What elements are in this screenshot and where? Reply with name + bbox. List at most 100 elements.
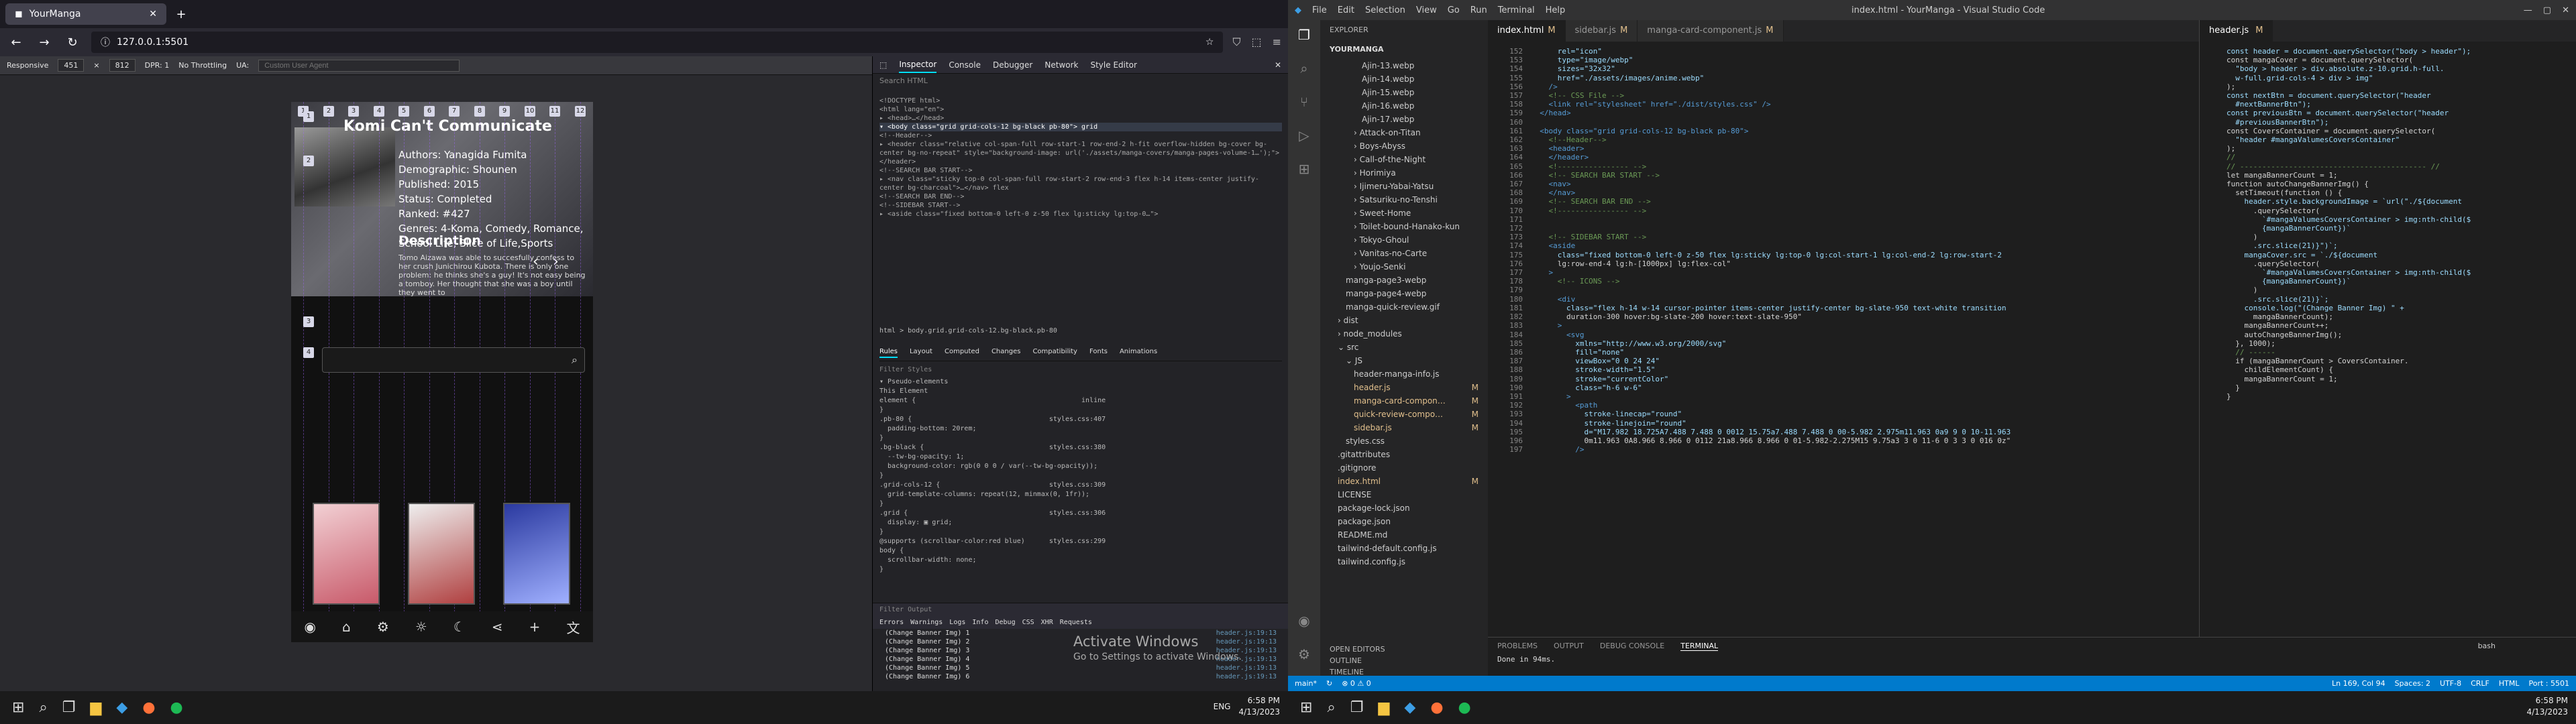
console-filter-errors[interactable]: Errors xyxy=(879,619,904,626)
editor-tab[interactable]: manga-card-component.js M xyxy=(1638,20,1784,42)
reload-icon[interactable]: ↻ xyxy=(63,36,82,50)
html-node[interactable]: <!--SEARCH BAR END--> xyxy=(879,192,1282,201)
files-icon[interactable]: ❐ xyxy=(1298,27,1310,43)
user-icon[interactable]: ◉ xyxy=(305,619,316,635)
menu-terminal[interactable]: Terminal xyxy=(1498,5,1535,15)
forward-icon[interactable]: → xyxy=(35,36,54,50)
system-tray-2[interactable]: 6:58 PM 4/13/2023 xyxy=(2526,695,2568,718)
html-node[interactable]: <!--Header--> xyxy=(879,131,1282,140)
editor-tab[interactable]: sidebar.js M xyxy=(1565,20,1638,42)
tab-style-editor[interactable]: Style Editor xyxy=(1090,60,1136,70)
panel-tab-output[interactable]: OUTPUT xyxy=(1554,642,1584,651)
file-tree-item[interactable]: › Youjo-Senki xyxy=(1320,260,1488,274)
console-filter-logs[interactable]: Logs xyxy=(949,619,965,626)
panel-tab-debug-console[interactable]: DEBUG CONSOLE xyxy=(1600,642,1664,651)
extensions-icon[interactable]: ⬚ xyxy=(1251,36,1261,49)
search-icon[interactable]: ⌕ xyxy=(572,353,578,367)
file-tree-item[interactable]: › Ijimeru-Yabai-Yatsu xyxy=(1320,180,1488,193)
file-tree-item[interactable]: header.js M xyxy=(1320,381,1488,394)
devtools-close-icon[interactable]: ✕ xyxy=(1275,60,1281,70)
console-source-link[interactable]: header.js:19:13 xyxy=(1216,629,1277,637)
url-bar[interactable]: ⓘ 127.0.0.1:5501 ☆ xyxy=(91,32,1224,53)
html-node[interactable]: ▸ <head>…</head> xyxy=(879,114,1282,123)
menu-go[interactable]: Go xyxy=(1448,5,1460,15)
site-info-icon[interactable]: ⓘ xyxy=(101,36,110,49)
rules-tab-compatibility[interactable]: Compatibility xyxy=(1032,347,1077,358)
panel-tab-problems[interactable]: PROBLEMS xyxy=(1497,642,1538,651)
file-tree-item[interactable]: tailwind-default.config.js xyxy=(1320,542,1488,555)
next-banner-icon[interactable]: › xyxy=(553,253,559,270)
spotify-icon[interactable]: ● xyxy=(170,699,183,716)
console-filter-xhr[interactable]: XHR xyxy=(1041,619,1053,626)
gear-icon[interactable]: ⚙ xyxy=(377,619,389,635)
html-node[interactable]: ▸ <nav class="sticky top-0 col-span-full… xyxy=(879,175,1282,192)
task-view-icon[interactable]: ❐ xyxy=(1350,699,1364,716)
status-item[interactable]: main* xyxy=(1295,679,1317,688)
project-root[interactable]: YOURMANGA xyxy=(1320,40,1488,59)
tab-debugger[interactable]: Debugger xyxy=(993,60,1032,70)
menu-edit[interactable]: Edit xyxy=(1338,5,1354,15)
home-icon[interactable]: ⌂ xyxy=(342,619,351,635)
html-node[interactable]: ▸ <aside class="fixed bottom-0 left-0 z-… xyxy=(879,210,1282,219)
file-tree-item[interactable]: sidebar.js M xyxy=(1320,421,1488,434)
editor-tab[interactable]: header.js M xyxy=(2200,20,2273,42)
console-filter-debug[interactable]: Debug xyxy=(995,619,1015,626)
file-tree-item[interactable]: › Boys-Abyss xyxy=(1320,139,1488,153)
close-tab-icon[interactable]: ✕ xyxy=(149,9,157,19)
new-tab-icon[interactable]: + xyxy=(172,7,191,21)
console-filter-requests[interactable]: Requests xyxy=(1060,619,1092,626)
user-agent-input[interactable] xyxy=(258,59,460,72)
shield-icon[interactable]: ⛉ xyxy=(1232,36,1240,49)
menu-run[interactable]: Run xyxy=(1470,5,1487,15)
tab-inspector[interactable]: Inspector xyxy=(899,57,937,73)
status-item[interactable]: Ln 169, Col 94 xyxy=(2332,679,2385,688)
editor-tab[interactable]: index.html M xyxy=(1488,20,1566,42)
file-tree-item[interactable]: README.md xyxy=(1320,528,1488,542)
file-tree-item[interactable]: ⌄ JS xyxy=(1320,354,1488,367)
browser-tab[interactable]: ◼ YourManga ✕ xyxy=(5,3,166,25)
status-item[interactable]: UTF-8 xyxy=(2440,679,2461,688)
panel-tab-terminal[interactable]: TERMINAL xyxy=(1680,642,1719,651)
html-node[interactable]: ▾ <body class="grid grid-cols-12 bg-blac… xyxy=(879,123,1282,131)
file-tree-item[interactable]: Ajin-16.webp xyxy=(1320,99,1488,113)
firefox-taskbar-icon[interactable]: ● xyxy=(1430,699,1443,716)
close-window-icon[interactable]: ✕ xyxy=(2562,5,2569,15)
code-editor[interactable]: 152 rel="icon" 153 type="image/webp" 154 s… xyxy=(1488,47,2199,637)
rules-tab-changes[interactable]: Changes xyxy=(991,347,1021,358)
viewport-width-input[interactable]: 451 xyxy=(58,59,85,72)
file-tree-item[interactable]: Ajin-13.webp xyxy=(1320,59,1488,72)
console-filter-warnings[interactable]: Warnings xyxy=(910,619,943,626)
rules-tab-computed[interactable]: Computed xyxy=(945,347,979,358)
html-node[interactable]: <!--SIDEBAR START--> xyxy=(879,201,1282,210)
file-tree-item[interactable]: manga-page4-webp xyxy=(1320,287,1488,300)
console-source-link[interactable]: header.js:19:13 xyxy=(1216,638,1277,646)
file-tree-item[interactable]: LICENSE xyxy=(1320,488,1488,501)
start-icon[interactable]: ⊞ xyxy=(12,699,24,716)
menu-selection[interactable]: Selection xyxy=(1365,5,1405,15)
menu-file[interactable]: File xyxy=(1312,5,1327,15)
file-tree-item[interactable]: Ajin-14.webp xyxy=(1320,72,1488,86)
firefox-taskbar-icon[interactable]: ● xyxy=(142,699,155,716)
filter-styles-input[interactable]: Filter Styles xyxy=(879,365,1282,375)
pick-element-icon[interactable]: ⬚ xyxy=(879,60,887,70)
rules-tab-layout[interactable]: Layout xyxy=(910,347,932,358)
file-tree-item[interactable]: › Tokyo-Ghoul xyxy=(1320,233,1488,247)
search-bar[interactable]: ⌕ xyxy=(322,347,585,373)
extensions-icon[interactable]: ⊞ xyxy=(1299,161,1310,177)
moon-icon[interactable]: ☾ xyxy=(453,619,466,635)
code-editor-2[interactable]: const header = document.querySelector("b… xyxy=(2200,47,2576,637)
previous-banner-icon[interactable]: ‹ xyxy=(533,253,539,270)
file-tree-item[interactable]: index.html M xyxy=(1320,475,1488,488)
html-node[interactable]: ▸ <header class="relative col-span-full … xyxy=(879,140,1282,166)
file-tree-item[interactable]: ⌄ src xyxy=(1320,341,1488,354)
console-filter-input[interactable]: Filter Output xyxy=(879,606,932,613)
rules-tab-fonts[interactable]: Fonts xyxy=(1089,347,1108,358)
rules-tab-rules[interactable]: Rules xyxy=(879,347,898,358)
file-tree-item[interactable]: package.json xyxy=(1320,515,1488,528)
tab-network[interactable]: Network xyxy=(1044,60,1078,70)
menu-view[interactable]: View xyxy=(1416,5,1437,15)
file-tree-item[interactable]: › Vanitas-no-Carte xyxy=(1320,247,1488,260)
file-tree-item[interactable]: tailwind.config.js xyxy=(1320,555,1488,568)
terminal-shell-label[interactable]: bash xyxy=(2478,642,2496,650)
vscode-taskbar-icon[interactable]: ◆ xyxy=(116,699,127,716)
